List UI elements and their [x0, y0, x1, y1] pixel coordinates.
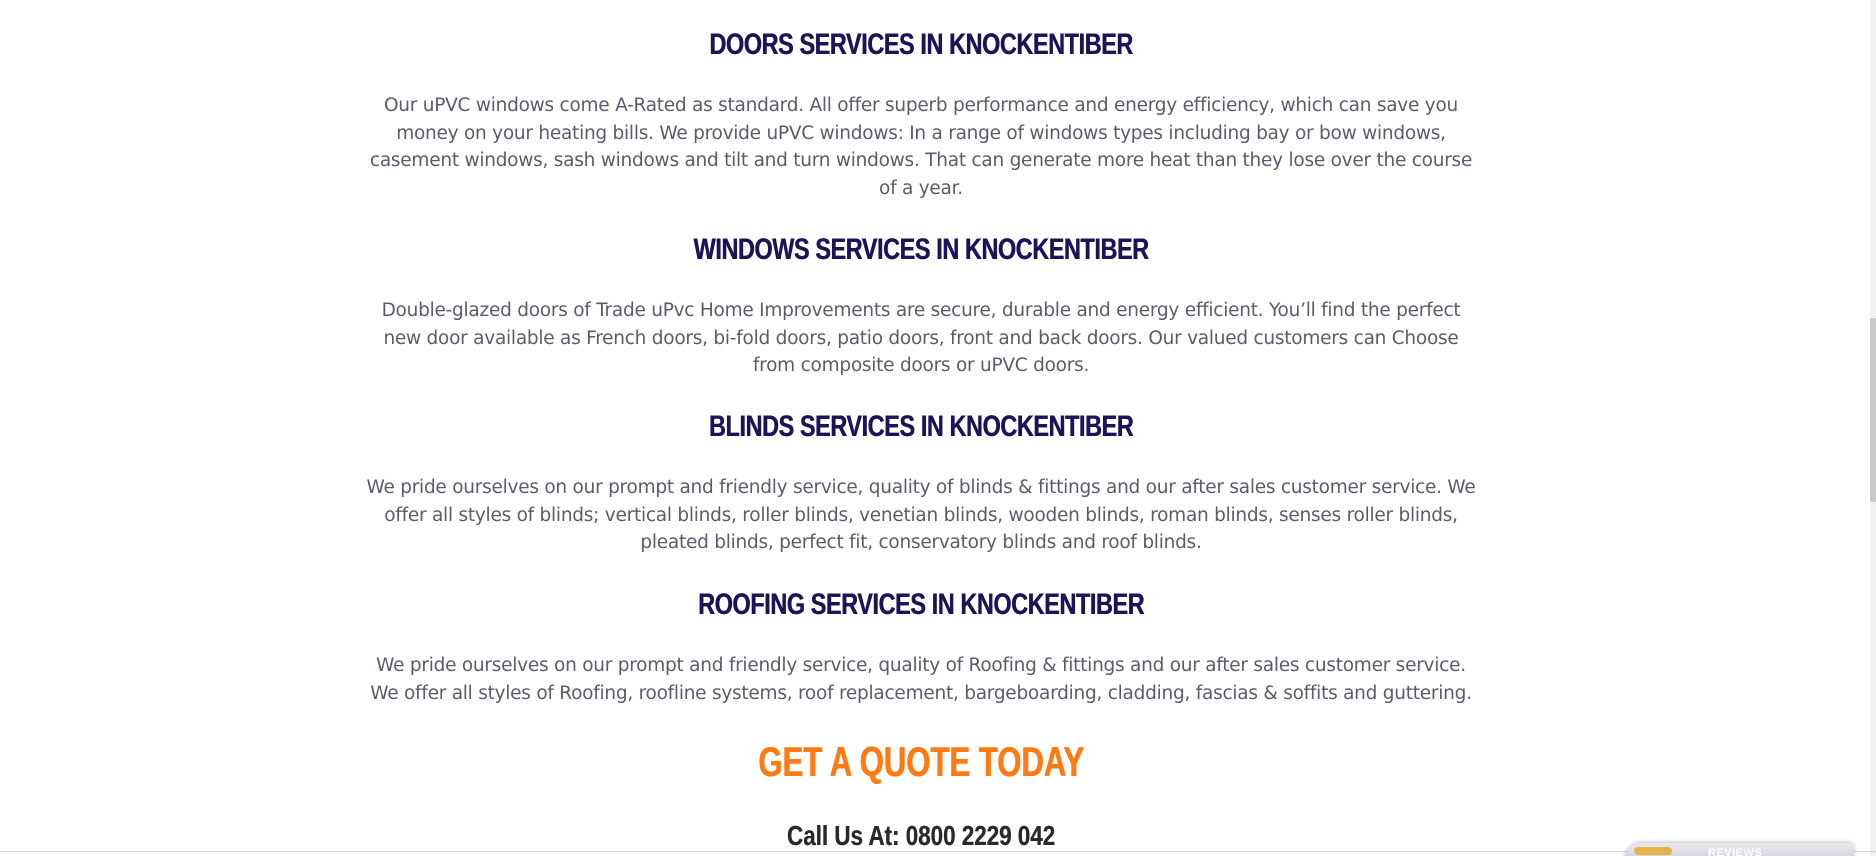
page-scrollbar[interactable]: [1870, 0, 1876, 856]
blinds-services-heading: BLINDS SERVICES IN KNOCKENTIBER: [708, 410, 1134, 443]
get-a-quote-heading: GET A QUOTE TODAY: [758, 738, 1084, 785]
scrollbar-thumb[interactable]: [1870, 318, 1876, 502]
reviews-badge-icon: [1634, 847, 1672, 855]
roofing-services-text: We pride ourselves on our prompt and fri…: [370, 655, 1472, 704]
doors-services-heading: DOORS SERVICES IN KNOCKENTIBER: [709, 28, 1133, 61]
blinds-services-text: We pride ourselves on our prompt and fri…: [366, 477, 1476, 553]
roofing-services-heading: ROOFING SERVICES IN KNOCKENTIBER: [697, 588, 1145, 621]
reviews-badge-text: REVIEWS: [1708, 847, 1763, 856]
call-us-line: Call Us At: 0800 2229 042: [472, 816, 1370, 856]
call-us-label: Call Us At:: [786, 820, 906, 851]
reviews-badge-widget[interactable]: REVIEWS: [1624, 843, 1854, 856]
windows-services-text: Double-glazed doors of Trade uPvc Home I…: [381, 300, 1461, 376]
windows-services-heading: WINDOWS SERVICES IN KNOCKENTIBER: [693, 233, 1149, 266]
phone-number-link[interactable]: 0800 2229 042: [906, 820, 1055, 851]
viewport-bottom-divider: [0, 851, 1876, 852]
doors-services-text: Our uPVC windows come A-Rated as standar…: [369, 95, 1473, 199]
